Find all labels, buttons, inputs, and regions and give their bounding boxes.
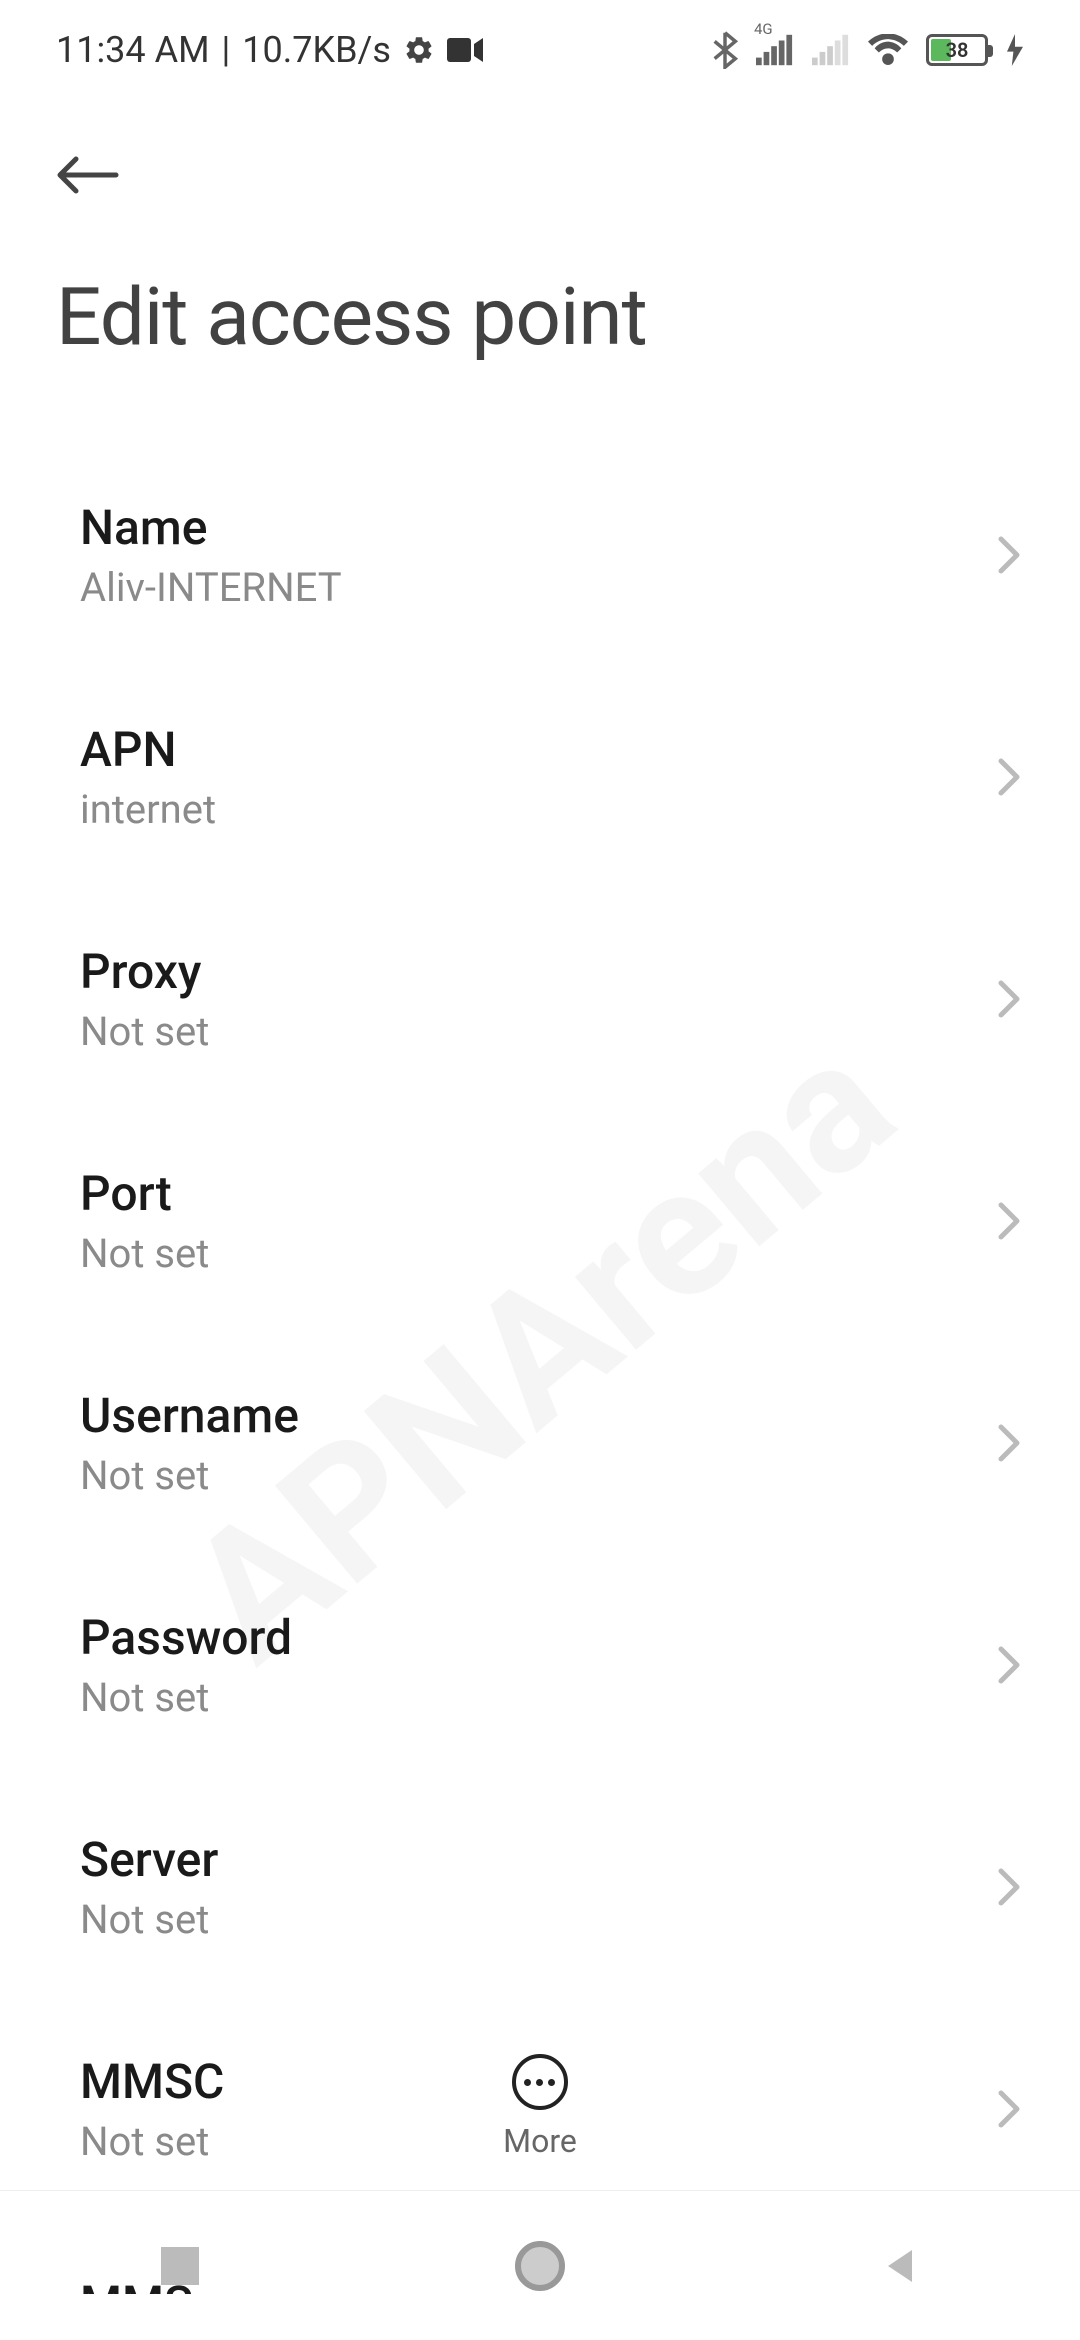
settings-scroll[interactable]: Name Aliv-INTERNET APN internet Proxy No… — [0, 394, 1080, 2294]
status-network-speed: 10.7KB/s — [242, 29, 391, 71]
setting-label: MMS proxy — [80, 2275, 323, 2294]
setting-value: Not set — [80, 1896, 218, 1943]
arrow-left-icon — [56, 154, 120, 196]
status-right: 4G 38 — [712, 31, 1024, 69]
bluetooth-icon — [712, 31, 738, 69]
chevron-right-icon — [994, 2084, 1024, 2134]
gear-icon — [403, 34, 435, 66]
setting-label: Server — [80, 1831, 218, 1888]
signal-4g-icon: 4G — [756, 34, 794, 66]
wifi-icon — [868, 34, 908, 66]
setting-label: Username — [80, 1387, 299, 1444]
setting-label: Port — [80, 1165, 209, 1222]
setting-item-port[interactable]: Port Not set — [0, 1110, 1080, 1332]
battery-icon: 38 — [926, 34, 988, 66]
setting-value: Not set — [80, 1674, 292, 1721]
chevron-right-icon — [994, 752, 1024, 802]
status-bar: 11:34 AM | 10.7KB/s 4G 38 — [0, 0, 1080, 100]
setting-value: Not set — [80, 2118, 224, 2165]
chevron-right-icon — [994, 1640, 1024, 1690]
setting-item-apn[interactable]: APN internet — [0, 666, 1080, 888]
setting-item-name[interactable]: Name Aliv-INTERNET — [0, 444, 1080, 666]
setting-value: Not set — [80, 1452, 299, 1499]
setting-label: MMSC — [80, 2053, 224, 2110]
setting-item-mmsc[interactable]: MMSC Not set — [0, 1998, 1080, 2220]
setting-item-password[interactable]: Password Not set — [0, 1554, 1080, 1776]
chevron-right-icon — [994, 1862, 1024, 1912]
chevron-right-icon — [994, 974, 1024, 1024]
header: Edit access point — [0, 100, 1080, 394]
setting-value: Not set — [80, 1230, 209, 1277]
setting-value: internet — [80, 786, 216, 833]
setting-value: Aliv-INTERNET — [80, 564, 342, 611]
chevron-right-icon — [994, 1418, 1024, 1468]
signal-no-sim-icon — [812, 34, 850, 66]
camera-icon — [447, 36, 483, 64]
page-title: Edit access point — [56, 270, 1024, 364]
setting-label: Password — [80, 1609, 292, 1666]
setting-label: Proxy — [80, 943, 209, 1000]
status-separator: | — [222, 29, 231, 71]
settings-list: Name Aliv-INTERNET APN internet Proxy No… — [0, 394, 1080, 2294]
setting-value: Not set — [80, 1008, 209, 1055]
back-button[interactable] — [56, 140, 126, 210]
setting-item-mms-proxy[interactable]: MMS proxy Not set — [0, 2220, 1080, 2294]
setting-label: APN — [80, 721, 216, 778]
status-time: 11:34 AM — [56, 29, 210, 71]
chevron-right-icon — [994, 1196, 1024, 1246]
setting-item-username[interactable]: Username Not set — [0, 1332, 1080, 1554]
setting-item-proxy[interactable]: Proxy Not set — [0, 888, 1080, 1110]
charging-icon — [1006, 34, 1024, 66]
status-left: 11:34 AM | 10.7KB/s — [56, 29, 483, 71]
setting-item-server[interactable]: Server Not set — [0, 1776, 1080, 1998]
setting-label: Name — [80, 499, 342, 556]
chevron-right-icon — [994, 530, 1024, 580]
